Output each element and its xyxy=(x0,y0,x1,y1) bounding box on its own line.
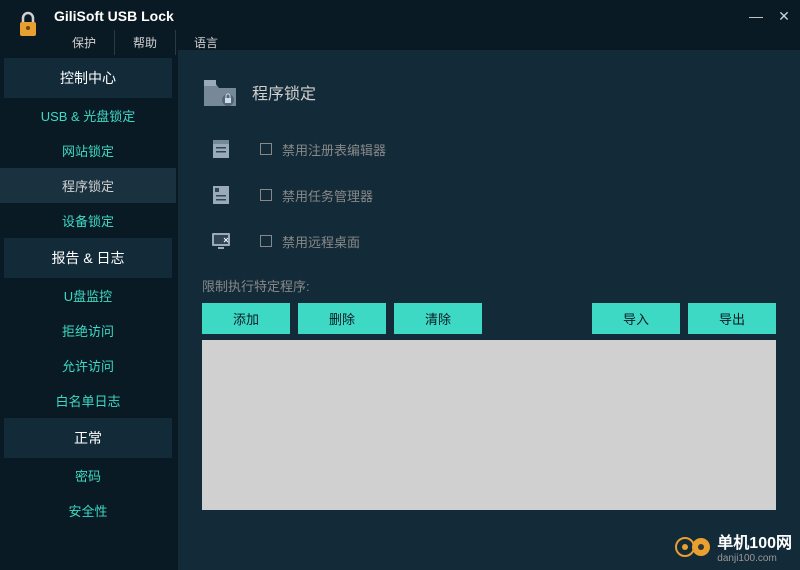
clear-button[interactable]: 清除 xyxy=(394,303,482,334)
option-row: 禁用远程桌面 xyxy=(202,230,776,252)
sidebar-item[interactable]: 允许访问 xyxy=(0,348,176,383)
watermark-title: 单机100网 xyxy=(717,529,792,553)
sidebar-header: 控制中心 xyxy=(4,58,172,98)
sidebar-item[interactable]: 白名单日志 xyxy=(0,383,176,418)
import-button[interactable]: 导入 xyxy=(592,303,680,334)
option-checkbox[interactable] xyxy=(260,235,272,247)
menu-protect[interactable]: 保护 xyxy=(54,30,115,55)
sidebar-item[interactable]: 密码 xyxy=(0,458,176,493)
menu-language[interactable]: 语言 xyxy=(176,30,236,55)
sidebar-item[interactable]: 设备锁定 xyxy=(0,203,176,238)
program-list[interactable] xyxy=(202,340,776,510)
sidebar-item[interactable]: 程序锁定 xyxy=(0,168,176,203)
registry-icon xyxy=(210,138,232,160)
sidebar-item[interactable]: 安全性 xyxy=(0,493,176,528)
close-button[interactable]: ✕ xyxy=(776,8,792,25)
remote-icon xyxy=(210,230,232,252)
sidebar-header: 报告 & 日志 xyxy=(4,238,172,278)
minimize-button[interactable]: — xyxy=(748,8,764,25)
sidebar-item[interactable]: 网站锁定 xyxy=(0,133,176,168)
option-row: 禁用任务管理器 xyxy=(202,184,776,206)
folder-lock-icon xyxy=(202,74,238,110)
watermark-logo-icon xyxy=(675,535,711,559)
content-area: 程序锁定 禁用注册表编辑器 禁用任务管理器 禁用远程桌面 限制执行特定程序: 添… xyxy=(176,50,800,570)
sidebar-item[interactable]: 拒绝访问 xyxy=(0,313,176,348)
sidebar: 控制中心USB & 光盘锁定网站锁定程序锁定设备锁定报告 & 日志U盘监控拒绝访… xyxy=(0,50,176,570)
taskmgr-icon xyxy=(210,184,232,206)
delete-button[interactable]: 删除 xyxy=(298,303,386,334)
export-button[interactable]: 导出 xyxy=(688,303,776,334)
restrict-section-label: 限制执行特定程序: xyxy=(202,276,776,295)
sidebar-item[interactable]: U盘监控 xyxy=(0,278,176,313)
option-label: 禁用注册表编辑器 xyxy=(282,140,386,159)
app-title: GiliSoft USB Lock xyxy=(54,8,788,24)
sidebar-header: 正常 xyxy=(4,418,172,458)
watermark: 单机100网 danji100.com xyxy=(675,529,792,564)
sidebar-item[interactable]: USB & 光盘锁定 xyxy=(0,98,176,133)
option-label: 禁用任务管理器 xyxy=(282,186,373,205)
option-label: 禁用远程桌面 xyxy=(282,232,360,251)
option-checkbox[interactable] xyxy=(260,143,272,155)
titlebar: GiliSoft USB Lock 保护 帮助 语言 — ✕ xyxy=(0,0,800,50)
menu-help[interactable]: 帮助 xyxy=(115,30,176,55)
app-logo-icon xyxy=(12,8,44,40)
page-title: 程序锁定 xyxy=(252,80,316,104)
option-checkbox[interactable] xyxy=(260,189,272,201)
watermark-url: danji100.com xyxy=(717,553,792,564)
main-menu: 保护 帮助 语言 xyxy=(54,30,788,55)
add-button[interactable]: 添加 xyxy=(202,303,290,334)
option-row: 禁用注册表编辑器 xyxy=(202,138,776,160)
